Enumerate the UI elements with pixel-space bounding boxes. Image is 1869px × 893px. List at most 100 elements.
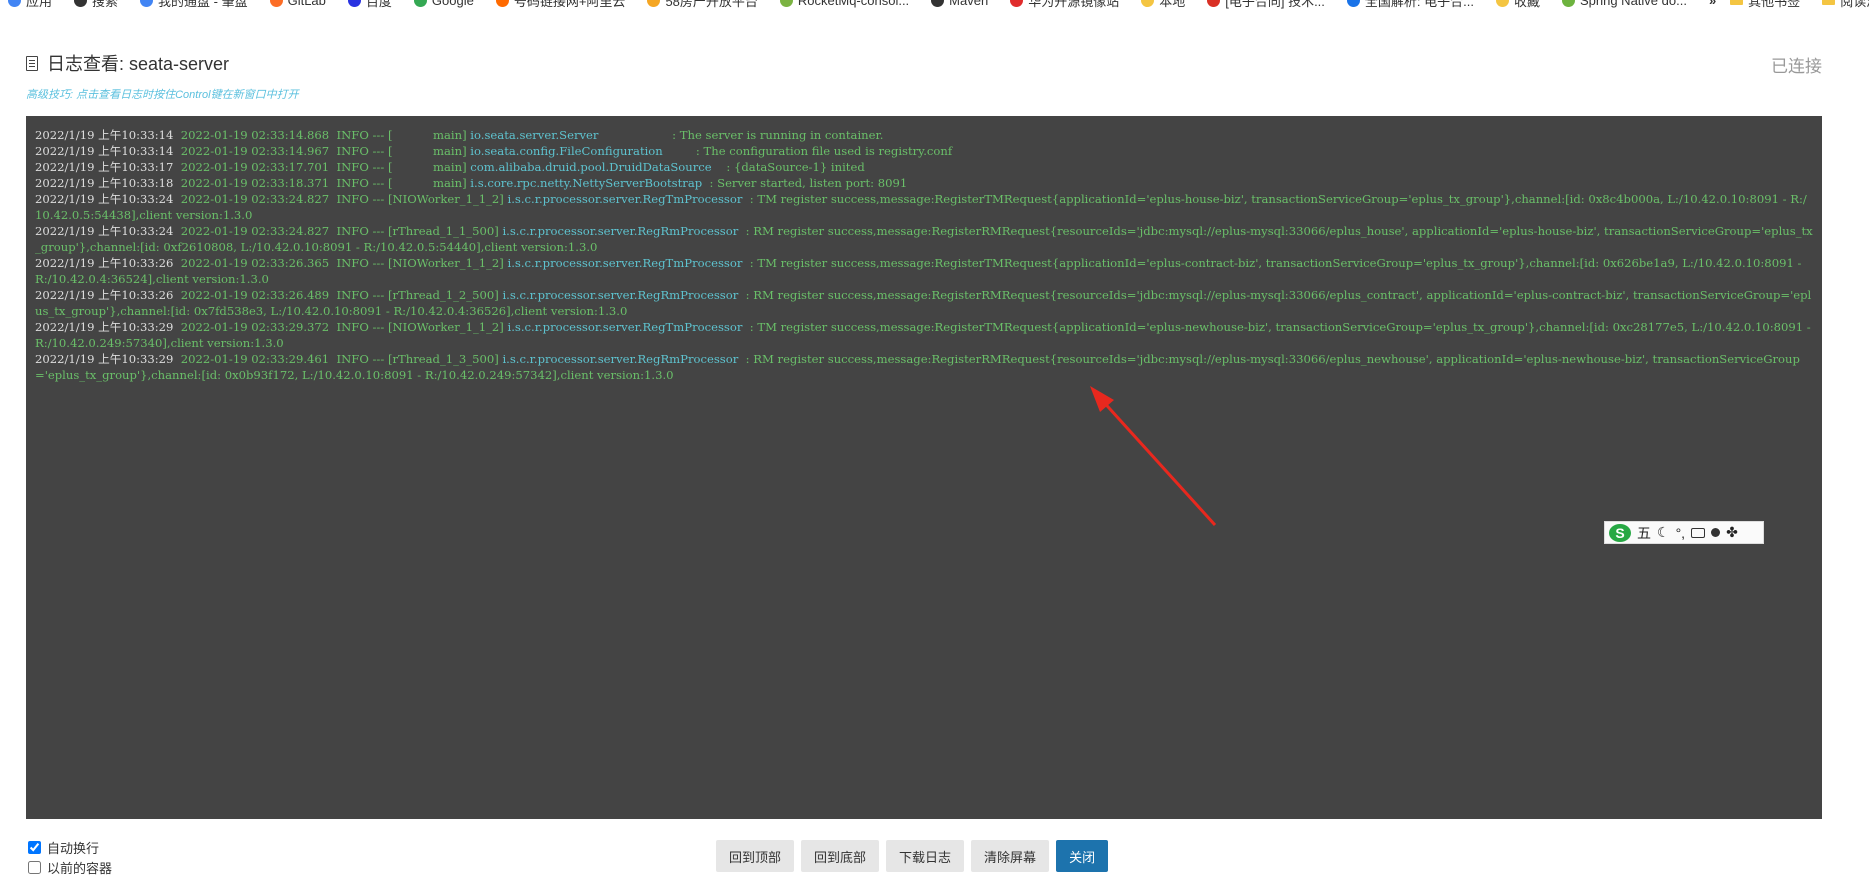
bookmark-item[interactable]: 我的通盘 - 筆盘 xyxy=(140,0,248,10)
bookmark-folder[interactable]: 阅读清单 xyxy=(1822,0,1869,10)
bookmark-label: GitLab xyxy=(287,0,326,8)
bookmark-icon xyxy=(1495,0,1509,7)
log-line: 2022/1/19 上午10:33:24 2022-01-19 02:33:24… xyxy=(35,191,1813,223)
bookmark-icon xyxy=(779,0,793,7)
log-timestamp: 2022/1/19 上午10:33:29 xyxy=(35,320,174,334)
bookmark-icon xyxy=(74,0,88,7)
download-log-button[interactable]: 下载日志 xyxy=(886,840,965,872)
bookmark-folder-label: 其他书签 xyxy=(1748,0,1801,9)
log-line: 2022/1/19 上午10:33:14 2022-01-19 02:33:14… xyxy=(35,127,1813,143)
bookmark-label: [电子合同] 技术... xyxy=(1225,0,1325,9)
auto-wrap-option[interactable]: 自动换行 xyxy=(26,838,112,856)
bookmark-label: 华为开源镜像站 xyxy=(1028,0,1120,9)
log-line: 2022/1/19 上午10:33:17 2022-01-19 02:33:17… xyxy=(35,159,1813,175)
log-timestamp: 2022/1/19 上午10:33:24 xyxy=(35,224,174,238)
bookmark-item[interactable]: RocketMq-consol... xyxy=(779,0,909,8)
bookmark-item[interactable]: 收藏 xyxy=(1495,0,1540,10)
log-prefix: 2022-01-19 02:33:29.461 INFO --- [rThrea… xyxy=(173,352,503,366)
log-timestamp: 2022/1/19 上午10:33:29 xyxy=(35,352,174,366)
log-line: 2022/1/19 上午10:33:24 2022-01-19 02:33:24… xyxy=(35,223,1813,255)
scroll-top-button[interactable]: 回到顶部 xyxy=(716,840,795,872)
action-buttons: 回到顶部 回到底部 下载日志 清除屏幕 关闭 xyxy=(716,840,1109,872)
bookmark-icon xyxy=(8,0,21,7)
input-mode-label[interactable]: 五 xyxy=(1637,523,1651,543)
bookmark-icon xyxy=(347,0,361,7)
bookmark-item[interactable]: 华为开源镜像站 xyxy=(1010,0,1119,10)
bookmark-icon xyxy=(495,0,509,7)
bookmark-icon xyxy=(647,0,661,7)
bookmark-label: 搜索 xyxy=(92,0,119,9)
bookmark-item[interactable]: 58房产开放平台 xyxy=(647,0,758,10)
auto-wrap-label: 自动换行 xyxy=(47,840,100,856)
keyboard-icon[interactable] xyxy=(1691,527,1706,538)
bookmark-item[interactable]: 百度 xyxy=(347,0,392,10)
previous-container-option[interactable]: 以前的容器 xyxy=(26,858,112,876)
bookmark-item[interactable]: Maven xyxy=(931,0,988,8)
bookmark-item[interactable]: Google xyxy=(413,0,474,8)
bookmark-item[interactable]: 应用 xyxy=(8,0,52,10)
bookmark-label: Google xyxy=(431,0,474,8)
user-icon[interactable] xyxy=(1711,528,1721,537)
bookmark-item[interactable]: 搜索 xyxy=(74,0,118,10)
bookmark-icon xyxy=(1207,0,1221,7)
log-line: 2022/1/19 上午10:33:26 2022-01-19 02:33:26… xyxy=(35,287,1813,319)
auto-wrap-checkbox[interactable] xyxy=(28,840,41,854)
close-button[interactable]: 关闭 xyxy=(1056,840,1109,872)
log-prefix: 2022-01-19 02:33:26.489 INFO --- [rThrea… xyxy=(173,288,503,302)
scroll-bottom-button[interactable]: 回到底部 xyxy=(801,840,880,872)
punctuation-icon[interactable]: °, xyxy=(1676,525,1686,541)
folder-icon xyxy=(1822,0,1836,5)
bookmark-label: 号码链接网+阿里云 xyxy=(513,0,626,9)
previous-container-checkbox[interactable] xyxy=(28,860,41,874)
bookmark-icon xyxy=(1346,0,1360,7)
bookmarks-overflow-button[interactable]: » xyxy=(1709,0,1716,8)
log-message: : {dataSource-1} inited xyxy=(711,160,865,174)
bookmark-icon xyxy=(1561,0,1575,7)
bookmark-icon xyxy=(269,0,283,7)
tip-text: 高级技巧: 点击查看日志时按住Control键在新窗口中打开 xyxy=(26,89,299,101)
log-console[interactable]: 2022/1/19 上午10:33:14 2022-01-19 02:33:14… xyxy=(26,116,1822,819)
bookmarks-bar: 应用 搜索 我的通盘 - 筆盘 GitLab 百度 Google 号码链接网+阿里云 58房产… xyxy=(0,0,1869,10)
log-timestamp: 2022/1/19 上午10:33:14 xyxy=(35,128,174,142)
bookmark-item[interactable]: 本地 xyxy=(1141,0,1185,10)
log-line: 2022/1/19 上午10:33:26 2022-01-19 02:33:26… xyxy=(35,255,1813,287)
log-logger: i.s.core.rpc.netty.NettyServerBootstrap xyxy=(470,176,703,190)
log-prefix: 2022-01-19 02:33:29.372 INFO --- [NIOWor… xyxy=(173,320,508,334)
log-prefix: 2022-01-19 02:33:26.365 INFO --- [NIOWor… xyxy=(173,256,508,270)
log-prefix: 2022-01-19 02:33:17.701 INFO --- [ main] xyxy=(173,160,471,174)
sogou-logo-icon[interactable]: S xyxy=(1609,523,1631,542)
page-title: 日志查看: seata-server xyxy=(47,54,230,74)
log-timestamp: 2022/1/19 上午10:33:26 xyxy=(35,256,174,270)
connection-status: 已连接 xyxy=(1771,57,1822,76)
log-logger: i.s.c.r.processor.server.RegTmProcessor xyxy=(507,320,743,334)
log-line: 2022/1/19 上午10:33:18 2022-01-19 02:33:18… xyxy=(35,175,1813,191)
bookmark-item[interactable]: GitLab xyxy=(269,0,326,8)
log-timestamp: 2022/1/19 上午10:33:18 xyxy=(35,176,174,190)
bookmark-label: 本地 xyxy=(1159,0,1186,9)
bookmark-label: Spring Native do... xyxy=(1579,0,1687,8)
log-logger: i.s.c.r.processor.server.RegTmProcessor xyxy=(507,256,743,270)
bookmark-item[interactable]: Spring Native do... xyxy=(1561,0,1687,8)
log-message: : Server started, listen port: 8091 xyxy=(702,176,908,190)
bookmark-icon xyxy=(413,0,427,7)
bookmark-label: 收藏 xyxy=(1513,0,1540,9)
log-prefix: 2022-01-19 02:33:14.967 INFO --- [ main] xyxy=(173,144,471,158)
log-logger: com.alibaba.druid.pool.DruidDataSource xyxy=(470,160,712,174)
bookmark-item[interactable]: 全国解析: 电子合... xyxy=(1346,0,1474,10)
log-timestamp: 2022/1/19 上午10:33:14 xyxy=(35,144,174,158)
bookmark-item[interactable]: [电子合同] 技术... xyxy=(1207,0,1325,10)
log-prefix: 2022-01-19 02:33:18.371 INFO --- [ main] xyxy=(173,176,471,190)
log-message: : The configuration file used is registr… xyxy=(662,144,953,158)
log-message: : The server is running in container. xyxy=(598,128,884,142)
log-prefix: 2022-01-19 02:33:24.827 INFO --- [rThrea… xyxy=(173,224,503,238)
clear-screen-button[interactable]: 清除屏幕 xyxy=(971,840,1050,872)
grid-icon[interactable]: ✤ xyxy=(1726,524,1738,541)
ime-toolbar[interactable]: S 五 ☾ °, ✤ xyxy=(1604,521,1764,544)
options-panel: 自动换行 以前的容器 xyxy=(26,838,112,878)
bookmark-folder[interactable]: 其他书签 xyxy=(1730,0,1800,10)
bookmark-item[interactable]: 号码链接网+阿里云 xyxy=(495,0,626,10)
log-line: 2022/1/19 上午10:33:14 2022-01-19 02:33:14… xyxy=(35,143,1813,159)
log-logger: i.s.c.r.processor.server.RegRmProcessor xyxy=(502,352,739,366)
bookmark-label: 全国解析: 电子合... xyxy=(1364,0,1474,9)
moon-icon[interactable]: ☾ xyxy=(1657,524,1670,541)
